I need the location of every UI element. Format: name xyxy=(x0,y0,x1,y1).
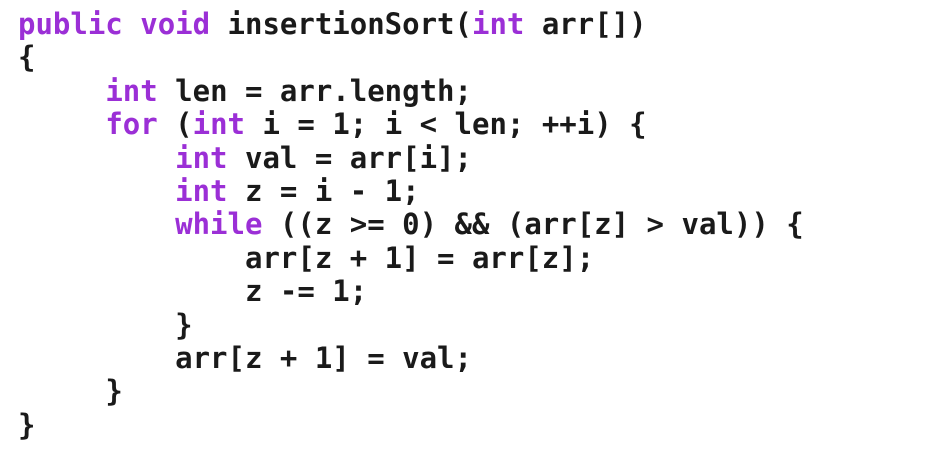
code-line: while ((z >= 0) && (arr[z] > val)) { xyxy=(18,208,804,241)
code-line: int len = arr.length; xyxy=(18,73,804,108)
code-keyword: int xyxy=(192,107,246,142)
code-line: z -= 1; xyxy=(18,274,804,309)
code-text: len = arr.length; xyxy=(157,73,472,108)
code-text: ((z >= 0) && (arr[z] > val)) { xyxy=(262,207,804,242)
code-line: public void insertionSort(int arr[]) xyxy=(18,7,804,41)
code-line: for (int i = 1; i < len; ++i) { xyxy=(18,107,804,142)
code-keyword: int xyxy=(105,73,158,108)
code-text: z -= 1; xyxy=(244,274,368,309)
code-keyword: public xyxy=(18,7,123,41)
code-line: int z = i - 1; xyxy=(18,173,804,208)
code-line: } xyxy=(18,407,804,442)
code-text: { xyxy=(18,40,36,75)
code-line: { xyxy=(18,41,804,74)
code-text: } xyxy=(175,307,193,342)
code-text: } xyxy=(18,407,36,442)
code-text: arr[z + 1] = arr[z]; xyxy=(244,240,595,275)
code-keyword: int xyxy=(175,140,228,175)
code-keyword: for xyxy=(105,107,158,142)
code-line: } xyxy=(18,307,804,342)
code-keyword: int xyxy=(471,7,525,41)
code-text: ( xyxy=(157,107,193,142)
code-text: z = i - 1; xyxy=(227,173,420,208)
code-keyword: void xyxy=(140,7,211,41)
code-text: i = 1; i < len; ++i) { xyxy=(245,107,647,142)
code-text: arr[z + 1] = val; xyxy=(175,340,472,375)
code-text: val = arr[i]; xyxy=(227,140,472,175)
code-keyword: while xyxy=(175,207,263,242)
code-line: arr[z + 1] = val; xyxy=(18,340,804,375)
code-line: arr[z + 1] = arr[z]; xyxy=(18,240,804,275)
code-text: insertionSort( xyxy=(210,7,472,41)
code-line: int val = arr[i]; xyxy=(18,140,804,175)
code-text: arr[]) xyxy=(524,7,647,41)
code-keyword: int xyxy=(175,173,228,208)
code-line: } xyxy=(18,375,804,408)
code-text: } xyxy=(105,374,123,409)
code-block: public void insertionSort(int arr[]){ in… xyxy=(18,7,804,442)
